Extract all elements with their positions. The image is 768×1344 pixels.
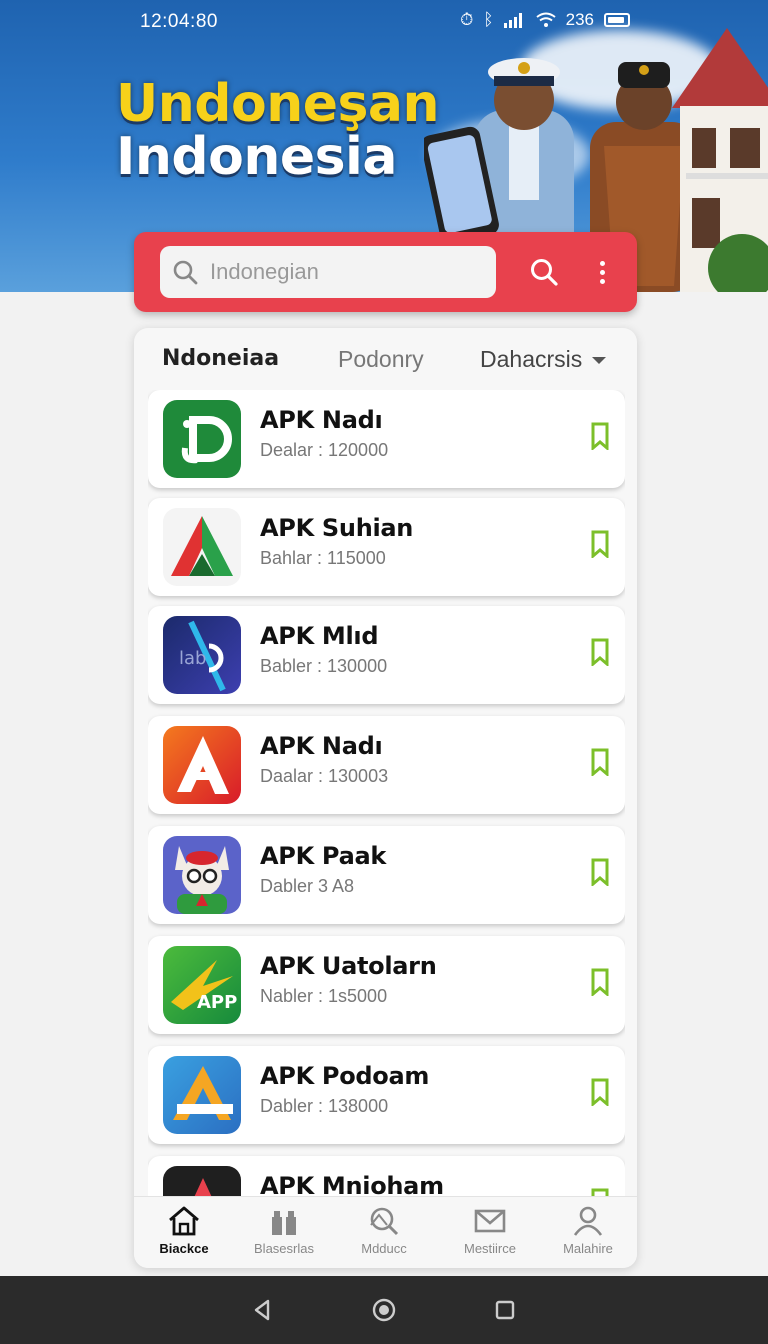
app-meta: Babler : 130000 bbox=[260, 656, 388, 676]
app-name: APK Uatolarn bbox=[260, 952, 437, 980]
tab-podonry[interactable]: Podonry bbox=[338, 346, 424, 373]
list-item[interactable]: APK Suhian Bahlar : 115000 bbox=[148, 498, 625, 596]
search-bar bbox=[134, 232, 637, 312]
battery-icon bbox=[604, 13, 630, 27]
dot-icon bbox=[599, 278, 605, 284]
mascot-icon bbox=[163, 836, 241, 914]
alarm-icon: ⏱ bbox=[460, 10, 474, 29]
search-input[interactable] bbox=[210, 259, 470, 285]
app-name: APK Suhian bbox=[260, 514, 414, 542]
list-item[interactable]: APK Nadı Dealar : 120000 bbox=[148, 390, 625, 488]
nav-label: Malahire bbox=[563, 1241, 613, 1256]
network-text: 236 bbox=[565, 10, 594, 29]
system-navigation-bar bbox=[0, 1276, 768, 1344]
a-orange-icon bbox=[163, 726, 241, 804]
nav-profile[interactable]: Malahire bbox=[538, 1205, 638, 1256]
recents-icon[interactable] bbox=[494, 1298, 516, 1322]
bookmark-icon[interactable] bbox=[590, 1078, 610, 1106]
status-bar: 12:04:80 ⏱ ᛒ 236 bbox=[0, 0, 768, 44]
app-meta: Dabler 3 A8 bbox=[260, 876, 355, 896]
bookmark-icon[interactable] bbox=[590, 858, 610, 886]
tab-dahacrsis-dropdown[interactable]: Dahacrsis bbox=[480, 346, 607, 373]
nav-label: Biackce bbox=[159, 1241, 209, 1256]
app-name: APK Nadı bbox=[260, 732, 383, 760]
bookmark-icon[interactable] bbox=[590, 422, 610, 450]
search-icon bbox=[173, 260, 198, 285]
nav-label: Mestiirce bbox=[463, 1241, 516, 1256]
app-meta: Dabler : 138000 bbox=[260, 1096, 389, 1116]
app-meta: Dealar : 120000 bbox=[260, 440, 389, 460]
search-tag-icon bbox=[370, 1207, 399, 1236]
search-icon bbox=[531, 259, 558, 286]
svg-text:lab: lab bbox=[179, 648, 206, 669]
a-blue-orange-icon bbox=[163, 1056, 241, 1134]
mail-icon bbox=[474, 1209, 506, 1233]
home-icon bbox=[169, 1206, 199, 1236]
app-list-panel: Ndoneiaa Podonry Dahacrsis APK Nadı Deal… bbox=[134, 328, 637, 1268]
nav-mail[interactable]: Mestiirce bbox=[440, 1205, 540, 1256]
nav-label: Mdducc bbox=[361, 1241, 407, 1256]
tab-bar: Ndoneiaa Podonry Dahacrsis bbox=[134, 328, 637, 390]
signal-icon bbox=[503, 13, 522, 28]
hero-title: Undoneşan Indonesia bbox=[116, 74, 440, 188]
triangle-a-icon bbox=[163, 508, 241, 586]
more-options-button[interactable] bbox=[590, 254, 614, 290]
search-button[interactable] bbox=[526, 254, 562, 290]
hero-title-line2: Indonesia bbox=[116, 127, 397, 188]
app-name: APK Podoam bbox=[260, 1062, 430, 1090]
dot-icon bbox=[599, 260, 605, 266]
list-item[interactable]: APK Podoam Dabler : 138000 bbox=[148, 1046, 625, 1144]
back-icon[interactable] bbox=[250, 1298, 274, 1322]
chevron-down-icon bbox=[592, 357, 607, 364]
a-dark-icon bbox=[163, 1166, 241, 1196]
bookmark-icon[interactable] bbox=[590, 638, 610, 666]
list-item[interactable]: APP APK Uatolarn Nabler : 1s5000 bbox=[148, 936, 625, 1034]
home-circle-icon[interactable] bbox=[372, 1298, 396, 1322]
lab-blue-icon: lab bbox=[163, 616, 241, 694]
bookmark-icon[interactable] bbox=[590, 1188, 610, 1196]
bookmark-icon[interactable] bbox=[590, 968, 610, 996]
list-item[interactable]: APK Paak Dabler 3 A8 bbox=[148, 826, 625, 924]
bookmark-icon[interactable] bbox=[590, 530, 610, 558]
bluetooth-icon: ᛒ bbox=[483, 10, 494, 29]
bookmark-icon[interactable] bbox=[590, 748, 610, 776]
app-name: APK Mnioham bbox=[260, 1172, 444, 1196]
tab-dahacrsis-label: Dahacrsis bbox=[480, 346, 583, 372]
status-time: 12:04:80 bbox=[140, 11, 218, 32]
hero-title-line1: Undoneşan bbox=[116, 74, 440, 134]
house-illustration bbox=[672, 28, 768, 292]
nav-gift[interactable]: Blasesrlas bbox=[234, 1205, 334, 1256]
user-icon bbox=[573, 1206, 603, 1236]
list-item[interactable]: APK Nadı Daalar : 130003 bbox=[148, 716, 625, 814]
list-item[interactable]: APK Mnioham bbox=[148, 1156, 625, 1196]
app-name: APK Nadı bbox=[260, 406, 383, 434]
svg-text:APP: APP bbox=[197, 992, 237, 1013]
nav-home[interactable]: Biackce bbox=[134, 1205, 234, 1256]
gift-icon bbox=[272, 1209, 296, 1235]
dot-icon bbox=[599, 269, 605, 275]
app-meta: Daalar : 130003 bbox=[260, 766, 389, 786]
search-field[interactable] bbox=[160, 246, 496, 298]
app-green-icon: APP bbox=[163, 946, 241, 1024]
app-name: APK Paak bbox=[260, 842, 387, 870]
wifi-icon bbox=[536, 12, 556, 27]
app-list: APK Nadı Dealar : 120000 APK Suhian Bahl… bbox=[148, 390, 625, 1196]
list-item[interactable]: lab APK Mlıd Babler : 130000 bbox=[148, 606, 625, 704]
tab-ndoneiaa[interactable]: Ndoneiaa bbox=[162, 346, 279, 371]
bottom-navigation: Biackce Blasesrlas Mdducc Mestiirce Mala… bbox=[134, 1196, 637, 1268]
nav-search-tag[interactable]: Mdducc bbox=[334, 1205, 434, 1256]
nav-label: Blasesrlas bbox=[254, 1241, 314, 1256]
jd-green-icon bbox=[163, 400, 241, 478]
app-meta: Bahlar : 115000 bbox=[260, 548, 386, 568]
app-name: APK Mlıd bbox=[260, 622, 379, 650]
app-meta: Nabler : 1s5000 bbox=[260, 986, 388, 1006]
